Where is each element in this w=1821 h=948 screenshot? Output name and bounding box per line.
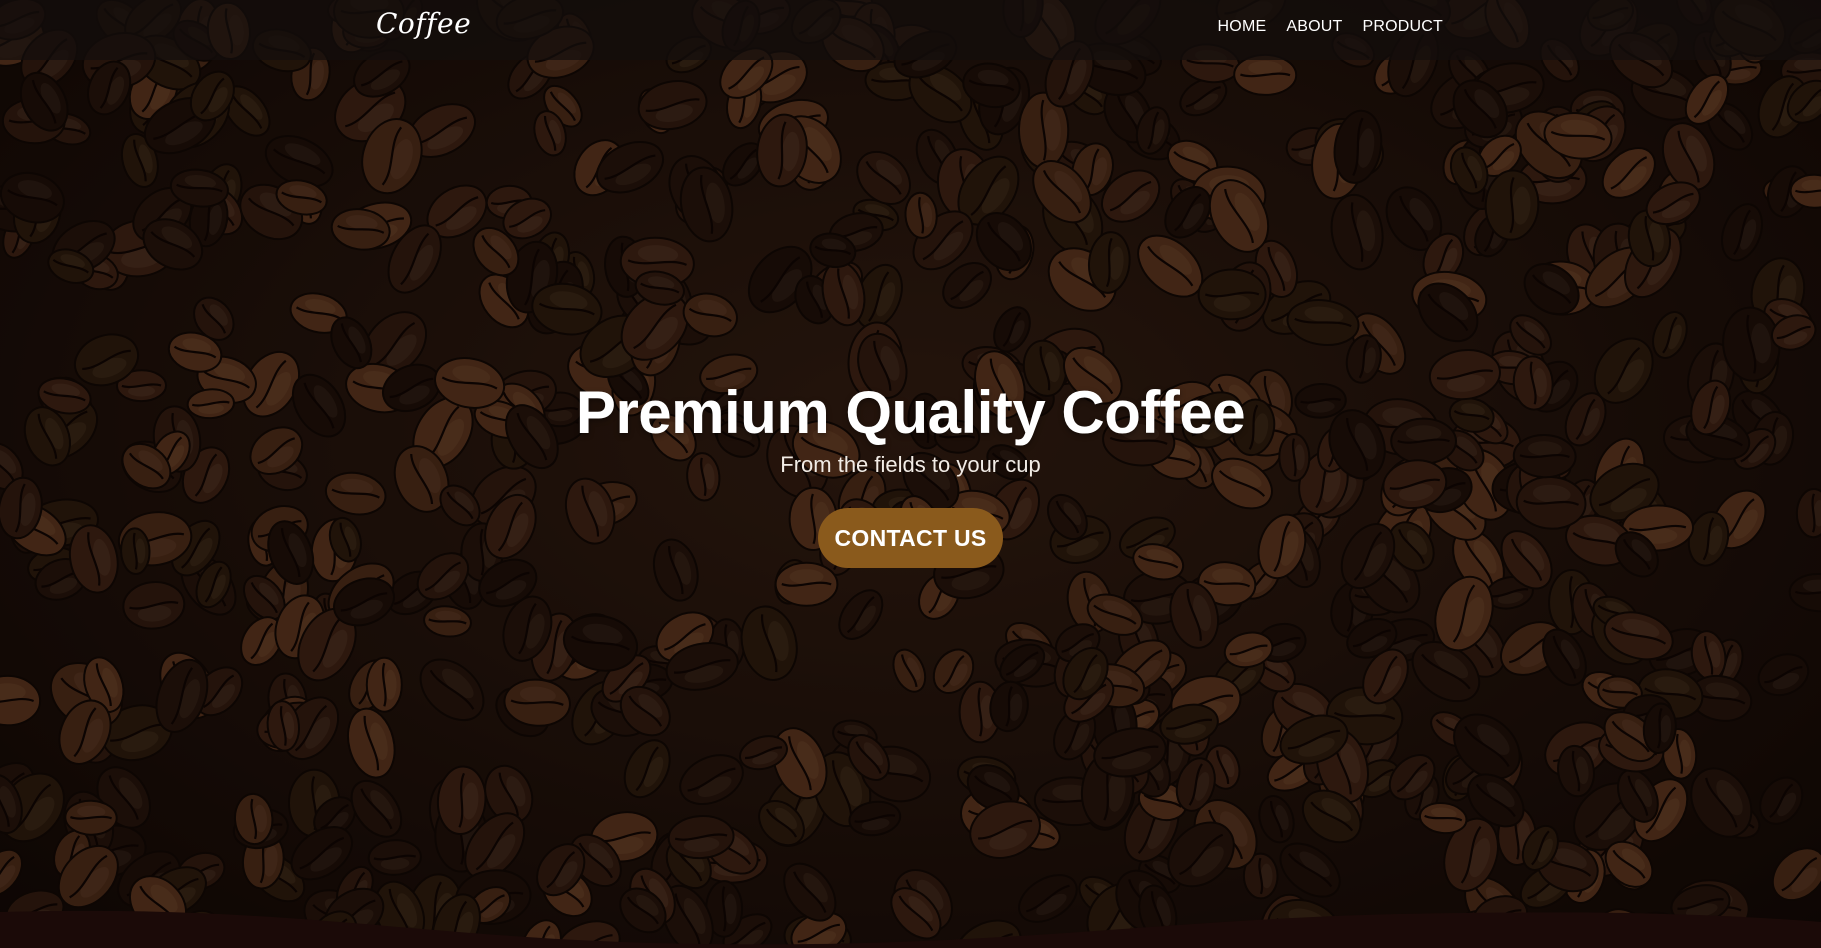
hero-title: Premium Quality Coffee xyxy=(575,379,1246,446)
contact-us-button[interactable]: CONTACT US xyxy=(818,508,1003,569)
nav-links: HOME ABOUT PRODUCT xyxy=(1218,0,1443,54)
top-navbar: Coffee HOME ABOUT PRODUCT xyxy=(0,0,1821,60)
nav-link-home[interactable]: HOME xyxy=(1218,18,1267,36)
hero-content: Premium Quality Coffee From the fields t… xyxy=(0,379,1821,569)
brand-logo[interactable]: Coffee xyxy=(376,7,471,40)
nav-link-about[interactable]: ABOUT xyxy=(1286,18,1342,36)
hero-subtitle: From the fields to your cup xyxy=(780,452,1041,477)
nav-link-product[interactable]: PRODUCT xyxy=(1362,18,1443,36)
bottom-wave-divider xyxy=(0,910,1821,948)
